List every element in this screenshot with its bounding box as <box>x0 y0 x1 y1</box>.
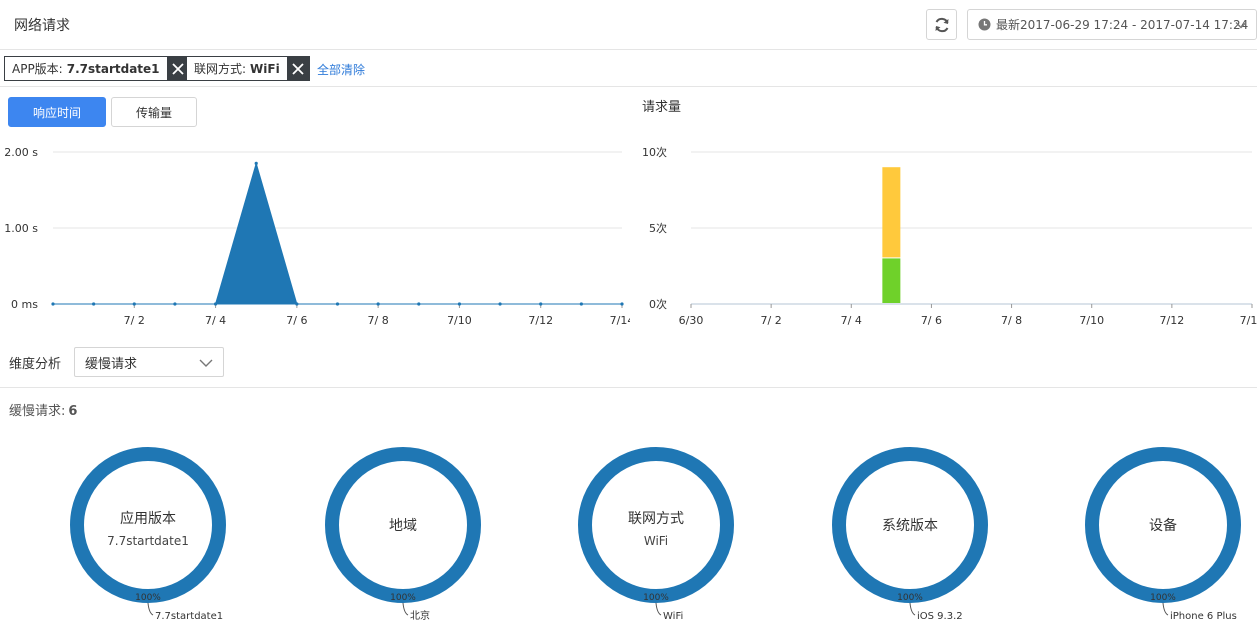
divider <box>0 387 1257 388</box>
bar-segment <box>882 258 901 303</box>
y-tick-label: 5次 <box>649 221 667 235</box>
filter-chip-app-version: APP版本: 7.7startdate1 <box>4 56 190 81</box>
x-tick-label: 7/ 4 <box>205 314 226 327</box>
filter-chip-key: APP版本: <box>12 62 63 76</box>
donut-title: 设备 <box>1149 517 1177 534</box>
slice-label: iPhone 6 Plus <box>1170 611 1237 622</box>
slice-label: 北京 <box>410 609 430 622</box>
x-tick-label: 7/14 <box>610 314 630 327</box>
data-point <box>213 302 218 306</box>
close-icon <box>171 62 184 75</box>
donut-title: 应用版本 <box>120 510 176 527</box>
x-tick-label: 7/ 8 <box>368 314 389 327</box>
slice-label: WiFi <box>663 611 683 622</box>
filter-bar: APP版本: 7.7startdate1 联网方式: WiFi 全部清除 <box>0 51 1257 87</box>
request-count-chart: 0次 5次 10次 6/30 7/ 2 7/ 4 7/ 6 7/ 8 7/10 7/12 7/14 <box>642 145 1257 327</box>
y-tick-label: 0次 <box>649 297 667 311</box>
donut-chart: 联网方式 WiFi 100% WiFi <box>578 447 734 622</box>
donut-title: 系统版本 <box>882 518 938 534</box>
clear-all-filters-link[interactable]: 全部清除 <box>317 61 365 78</box>
x-tick-label: 7/ 4 <box>841 314 862 327</box>
data-point <box>620 302 624 306</box>
filter-chip-value: WiFi <box>250 61 280 76</box>
page-title: 网络请求 <box>14 18 70 34</box>
chevron-down-icon <box>199 359 213 367</box>
data-point <box>417 302 421 306</box>
tab-response-time[interactable]: 响应时间 <box>8 97 106 127</box>
slice-percent-label: 100% <box>897 593 923 603</box>
data-point <box>92 302 96 306</box>
tab-transfer-volume[interactable]: 传输量 <box>111 97 197 127</box>
slice-label: iOS 9.3.2 <box>917 611 963 622</box>
request-count-chart-title: 请求量 <box>642 100 682 115</box>
donut-chart: 地域 100% 北京 <box>325 447 481 622</box>
donut-title: 联网方式 <box>628 511 684 527</box>
slice-leader-line <box>909 602 916 616</box>
x-tick-label: 7/ 2 <box>124 314 145 327</box>
y-tick-label: 10次 <box>642 145 667 159</box>
slow-request-count: 缓慢请求: 6 <box>9 400 77 419</box>
response-time-chart: 0 ms 1.00 s 2.00 s 7/ 2 7/ 4 7/ 6 7/ 8 7/10 7/12… <box>4 146 630 327</box>
slow-request-label: 缓慢请求: <box>9 404 66 419</box>
donut-chart: 设备 100% iPhone 6 Plus <box>1085 447 1241 622</box>
data-point <box>335 302 340 306</box>
x-tick-label: 7/12 <box>1160 314 1185 327</box>
x-tick-label: 6/30 <box>679 314 704 327</box>
response-time-area <box>53 161 622 305</box>
remove-filter-button[interactable] <box>286 57 309 80</box>
slice-leader-line <box>147 602 154 616</box>
dimension-selected-value: 缓慢请求 <box>85 356 138 372</box>
data-point <box>132 302 136 306</box>
x-tick-label: 7/10 <box>1079 314 1104 327</box>
slice-label: 7.7startdate1 <box>155 611 223 622</box>
close-icon <box>292 62 304 75</box>
dimension-analysis-label: 维度分析 <box>9 357 62 372</box>
data-point <box>539 302 543 306</box>
x-tick-label: 7/ 6 <box>286 314 307 327</box>
data-point <box>498 302 502 306</box>
donut-chart: 应用版本 7.7startdate1 100% 7.7startdate1 <box>70 447 226 622</box>
donut-subtitle: 7.7startdate1 <box>107 534 189 548</box>
donut-subtitle: WiFi <box>644 534 668 548</box>
slice-leader-line <box>1162 602 1169 616</box>
slice-percent-label: 100% <box>135 593 161 603</box>
data-point <box>51 302 55 306</box>
slice-percent-label: 100% <box>390 593 416 603</box>
refresh-icon <box>935 17 948 32</box>
data-point <box>295 302 299 306</box>
x-tick-label: 7/12 <box>528 314 553 327</box>
donut-title: 地域 <box>389 518 417 534</box>
refresh-button[interactable] <box>926 9 957 40</box>
date-range-picker[interactable]: 最新2017-06-29 17:24 - 2017-07-14 17:24 <box>967 9 1257 40</box>
y-tick-label: 0 ms <box>11 298 38 311</box>
chevron-down-icon <box>1235 22 1247 29</box>
filter-chip-key: 联网方式: <box>194 62 247 76</box>
data-point <box>579 302 583 306</box>
slice-leader-line <box>402 602 409 616</box>
x-tick-label: 7/ 8 <box>1001 314 1022 327</box>
date-range-label: 最新2017-06-29 17:24 - 2017-07-14 17:24 <box>996 18 1249 32</box>
data-point <box>457 302 462 306</box>
x-tick-label: 7/ 6 <box>921 314 942 327</box>
x-tick-label: 7/14 <box>1240 314 1257 327</box>
clock-icon <box>978 18 991 31</box>
filter-chip-network: 联网方式: WiFi <box>186 56 310 81</box>
data-point <box>254 161 258 165</box>
slice-percent-label: 100% <box>643 593 669 603</box>
y-tick-label: 2.00 s <box>4 146 38 159</box>
slice-leader-line <box>655 602 662 616</box>
x-tick-label: 7/10 <box>447 314 472 327</box>
x-tick-label: 7/ 2 <box>761 314 782 327</box>
slice-percent-label: 100% <box>1150 593 1176 603</box>
data-point <box>173 302 177 306</box>
data-point <box>376 302 380 306</box>
y-tick-label: 1.00 s <box>4 222 38 235</box>
slow-request-value: 6 <box>68 404 78 419</box>
dimension-select[interactable]: 缓慢请求 <box>74 347 224 377</box>
bar-segment <box>882 167 901 258</box>
filter-chip-value: 7.7startdate1 <box>66 61 160 76</box>
donut-chart: 系统版本 100% iOS 9.3.2 <box>832 447 988 622</box>
dimension-donut-charts: 应用版本 7.7startdate1 100% 7.7startdate1 地域 100%… <box>70 447 1241 622</box>
page-header: 网络请求 最新2017-06-29 17:24 - 2017-07-14 17:… <box>0 0 1257 50</box>
